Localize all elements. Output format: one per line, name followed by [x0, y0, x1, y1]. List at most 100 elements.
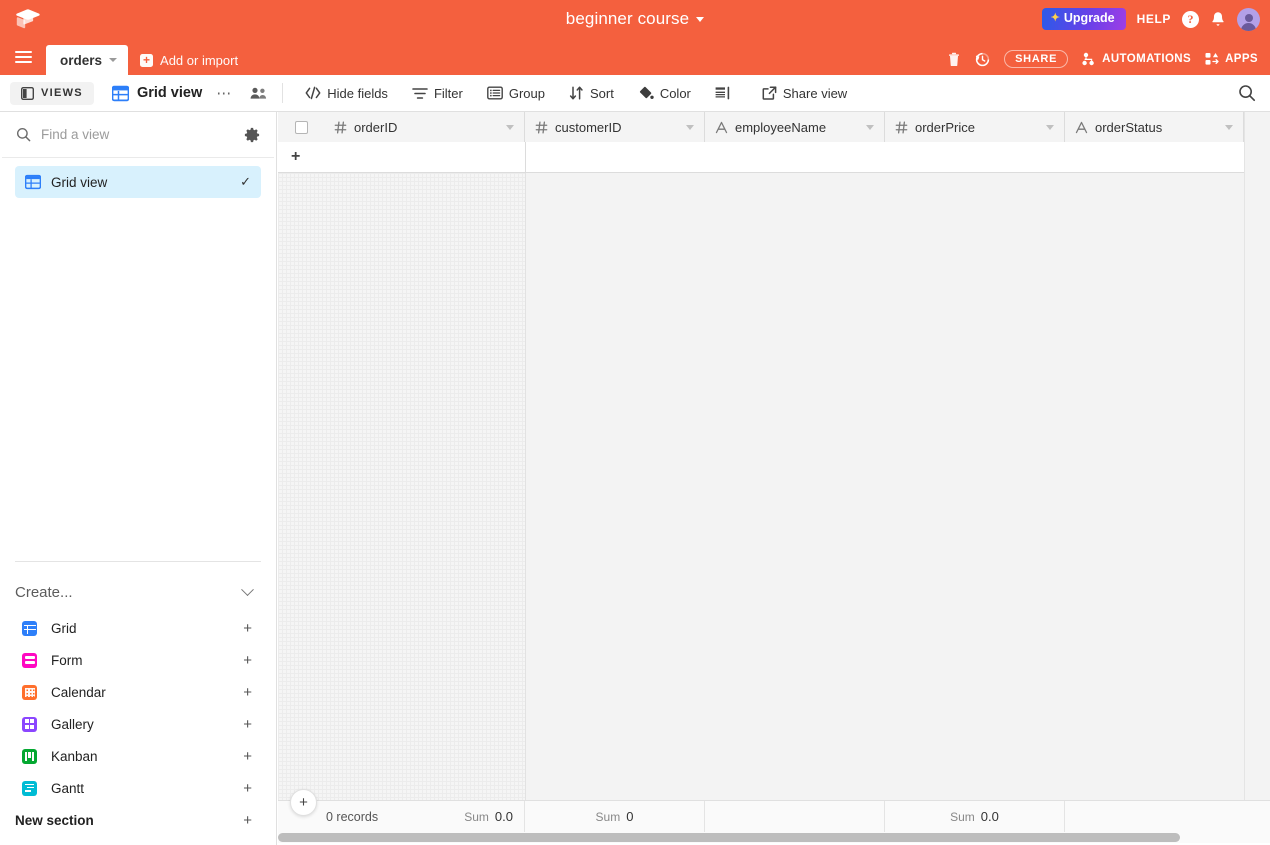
collaborators-icon[interactable]	[250, 86, 268, 100]
base-title[interactable]: beginner course	[566, 9, 704, 29]
column-header-orderStatus[interactable]: orderStatus	[1065, 112, 1244, 142]
plus-icon[interactable]: +	[243, 780, 252, 797]
user-avatar-icon[interactable]	[1237, 8, 1260, 31]
sidebar-view-label: Grid view	[51, 175, 230, 190]
views-toggle-button[interactable]: VIEWS	[10, 82, 94, 105]
create-item-label: Gallery	[51, 717, 243, 732]
summary-label: Sum	[596, 810, 621, 824]
letter-a-icon	[715, 121, 728, 134]
gear-icon[interactable]	[244, 127, 260, 143]
chevron-down-icon[interactable]	[506, 125, 514, 130]
column-name: orderPrice	[915, 120, 1046, 135]
sidebar-divider	[15, 561, 261, 562]
row-height-button[interactable]	[707, 82, 740, 104]
chevron-down-icon[interactable]	[1225, 125, 1233, 130]
create-grid-view[interactable]: Grid +	[0, 612, 277, 644]
create-kanban-view[interactable]: Kanban +	[0, 740, 277, 772]
plus-icon[interactable]: +	[243, 716, 252, 733]
horizontal-scrollbar[interactable]	[278, 832, 1270, 843]
sidebar-item-grid-view[interactable]: Grid view ✓	[15, 166, 261, 198]
sort-icon	[569, 86, 584, 100]
views-sidebar: Grid view ✓ Create... Grid +	[0, 112, 277, 845]
record-grid: orderID customerID employeeNam	[278, 112, 1270, 845]
plus-icon: +	[299, 794, 308, 811]
summary-value: 0.0	[495, 809, 513, 824]
column-name: customerID	[555, 120, 686, 135]
hamburger-menu-icon[interactable]	[0, 38, 46, 75]
column-header-orderPrice[interactable]: orderPrice	[885, 112, 1065, 142]
select-all-checkbox[interactable]	[295, 121, 308, 134]
hash-icon	[895, 121, 908, 134]
group-label: Group	[509, 86, 545, 101]
create-item-label: Calendar	[51, 685, 243, 700]
add-record-button[interactable]: +	[290, 789, 317, 816]
chevron-down-icon[interactable]	[866, 125, 874, 130]
grid-right-gutter	[1244, 112, 1270, 800]
color-label: Color	[660, 86, 691, 101]
create-item-label: Kanban	[51, 749, 243, 764]
question-circle-icon[interactable]: ?	[1182, 11, 1199, 28]
group-icon	[487, 86, 503, 100]
current-view-button[interactable]: Grid view	[112, 85, 202, 102]
column-header-customerID[interactable]: customerID	[525, 112, 705, 142]
share-view-button[interactable]: Share view	[754, 82, 855, 105]
filter-label: Filter	[434, 86, 463, 101]
plus-icon[interactable]: +	[243, 684, 252, 701]
share-button[interactable]: SHARE	[1004, 50, 1068, 68]
hide-fields-button[interactable]: Hide fields	[297, 82, 396, 105]
automations-button[interactable]: AUTOMATIONS	[1082, 52, 1191, 66]
chevron-down-icon[interactable]	[1046, 125, 1054, 130]
create-form-view[interactable]: Form +	[0, 644, 277, 676]
base-title-text: beginner course	[566, 9, 689, 28]
add-row-strip[interactable]: +	[278, 142, 1244, 173]
group-button[interactable]: Group	[479, 82, 553, 105]
primary-column-empty-area	[278, 173, 525, 800]
summary-cell-employeeName[interactable]	[705, 801, 885, 833]
column-header-orderID[interactable]: orderID	[324, 112, 525, 142]
airtable-logo-icon[interactable]	[0, 9, 56, 30]
scrollbar-thumb[interactable]	[278, 833, 1180, 842]
automations-label: AUTOMATIONS	[1102, 53, 1191, 65]
apps-button[interactable]: APPS	[1205, 52, 1258, 66]
plus-icon[interactable]: +	[243, 748, 252, 765]
views-button-label: VIEWS	[41, 87, 83, 99]
new-section-button[interactable]: New section +	[0, 804, 277, 836]
search-icon	[16, 127, 31, 142]
summary-cell-customerID[interactable]: Sum 0	[525, 801, 705, 833]
history-clock-icon[interactable]	[975, 52, 990, 67]
upgrade-button[interactable]: ✦ Upgrade	[1042, 8, 1126, 30]
row-height-icon	[715, 86, 732, 100]
summary-cell-orderStatus[interactable]	[1065, 801, 1244, 833]
plus-icon[interactable]: +	[243, 652, 252, 669]
create-section-header[interactable]: Create...	[0, 571, 277, 613]
plus-icon[interactable]: +	[291, 149, 300, 165]
add-or-import-button[interactable]: + Add or import	[128, 45, 248, 75]
chevron-down-icon[interactable]	[109, 58, 117, 62]
summary-value: 0	[626, 809, 633, 824]
add-or-import-label: Add or import	[160, 53, 238, 68]
color-button[interactable]: Color	[630, 82, 699, 105]
column-name: orderID	[354, 120, 506, 135]
plus-icon[interactable]: +	[243, 620, 252, 637]
table-tab-orders[interactable]: orders	[46, 45, 128, 75]
bell-icon[interactable]	[1210, 11, 1226, 28]
sort-button[interactable]: Sort	[561, 82, 622, 105]
new-section-label: New section	[15, 813, 243, 828]
filter-button[interactable]: Filter	[404, 82, 471, 105]
column-header-employeeName[interactable]: employeeName	[705, 112, 885, 142]
create-gallery-view[interactable]: Gallery +	[0, 708, 277, 740]
column-name: orderStatus	[1095, 120, 1225, 135]
column-separator	[525, 173, 526, 800]
plus-icon[interactable]: +	[243, 812, 252, 829]
grid-view-icon	[25, 174, 41, 190]
chevron-down-icon[interactable]	[686, 125, 694, 130]
top-right-actions: ✦ Upgrade HELP ?	[1042, 0, 1260, 38]
help-label[interactable]: HELP	[1137, 12, 1171, 26]
summary-cell-orderPrice[interactable]: Sum 0.0	[885, 801, 1065, 833]
create-calendar-view[interactable]: Calendar +	[0, 676, 277, 708]
create-gantt-view[interactable]: Gantt +	[0, 772, 277, 804]
trash-icon[interactable]	[947, 52, 961, 67]
ellipsis-icon[interactable]: ⋯	[216, 86, 232, 101]
search-icon[interactable]	[1238, 84, 1256, 107]
search-input[interactable]	[41, 127, 244, 142]
